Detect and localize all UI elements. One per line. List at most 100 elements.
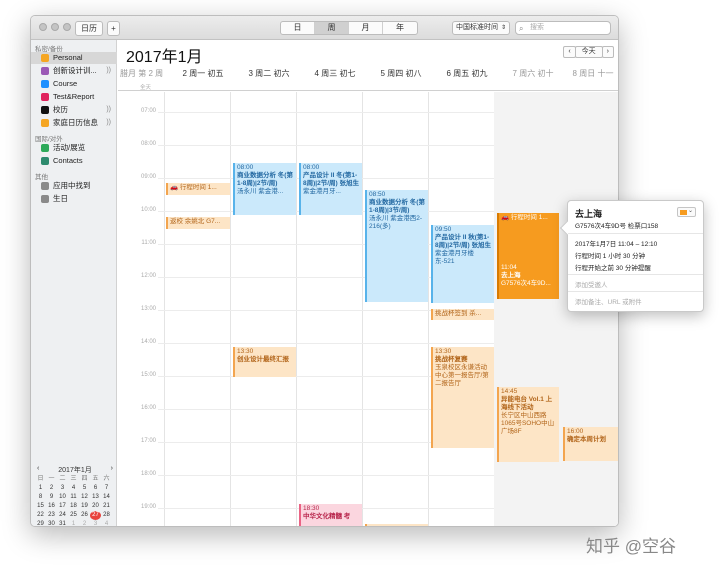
- event-go-shanghai[interactable]: 11:04 去上海 G7576次4车9D...: [497, 263, 559, 299]
- mini-prev-button[interactable]: ‹: [37, 465, 39, 472]
- sidebar-item-events[interactable]: 活动/展览: [31, 142, 117, 154]
- day-header-sat[interactable]: 7 周六 初十: [500, 67, 566, 80]
- mini-day[interactable]: 16: [46, 502, 57, 511]
- search-input[interactable]: ⌕ 搜索: [515, 21, 611, 35]
- checkbox-icon[interactable]: [41, 119, 49, 127]
- next-week-button[interactable]: ›: [601, 46, 614, 58]
- day-header-mon[interactable]: 2 周一 初五: [170, 67, 236, 80]
- mini-day[interactable]: 22: [35, 511, 46, 520]
- tab-day[interactable]: 日: [281, 22, 315, 34]
- add-invitee-field[interactable]: 添加受邀人: [575, 279, 608, 289]
- event-weekly-plan[interactable]: 16:00 确定本周计划: [563, 427, 618, 461]
- sidebar-item-course[interactable]: Course: [31, 78, 117, 90]
- mini-day[interactable]: 8: [35, 493, 46, 502]
- mini-day[interactable]: 4: [101, 520, 112, 526]
- sidebar-item-found-in-apps[interactable]: 应用中找到: [31, 180, 117, 192]
- event-challenge-signin[interactable]: 挑战杯签到 杀...: [431, 309, 494, 320]
- checkbox-icon[interactable]: [41, 144, 49, 152]
- timezone-select[interactable]: 中国标准时间 ⇕: [452, 21, 510, 35]
- mini-day[interactable]: 30: [46, 520, 57, 526]
- mini-day[interactable]: 25: [68, 511, 79, 520]
- mini-day[interactable]: 15: [35, 502, 46, 511]
- mini-day[interactable]: 7: [101, 484, 112, 493]
- zoom-window-button[interactable]: [63, 23, 71, 31]
- event-radio-shanghai[interactable]: 14:45 异能电台 Vol.1 上海线下活动 长宁区中山西路1065号SOHO中山…: [497, 387, 559, 462]
- mini-day[interactable]: 1: [35, 484, 46, 493]
- minimize-window-button[interactable]: [51, 23, 59, 31]
- event-biz-data-thu[interactable]: 08:50 商业数据分析 冬(第1-8周)|3节/周) 汤永川 紫金港西2-216(…: [365, 190, 428, 302]
- event-chinese-culture-exam[interactable]: 18:30 中华文化精髓 考: [299, 504, 362, 526]
- checkbox-icon[interactable]: [41, 195, 49, 203]
- calendars-button[interactable]: 日历: [75, 21, 103, 36]
- add-notes-field[interactable]: 添加备注、URL 或附件: [575, 296, 642, 306]
- mini-day[interactable]: 3: [90, 520, 101, 526]
- checkbox-icon[interactable]: [41, 54, 49, 62]
- mini-day[interactable]: 19: [79, 502, 90, 511]
- mini-day[interactable]: 9: [46, 493, 57, 502]
- mini-day[interactable]: 6: [90, 484, 101, 493]
- sidebar-item-test-report[interactable]: Test&Report: [31, 91, 117, 103]
- day-header-thu[interactable]: 5 周四 初八: [368, 67, 434, 80]
- sidebar-item-school[interactable]: 校历)): [31, 104, 117, 116]
- event-biz-data-tue[interactable]: 08:00 商业数据分析 冬(第1-8周)|2节/周) 汤永川 紫金港...: [233, 163, 296, 215]
- mini-next-button[interactable]: ›: [111, 465, 113, 472]
- mini-day[interactable]: 4: [68, 484, 79, 493]
- popover-travel-time[interactable]: 行程时间 1 小时 30 分钟: [575, 250, 645, 260]
- checkbox-icon[interactable]: [41, 67, 49, 75]
- mini-day[interactable]: 21: [101, 502, 112, 511]
- checkbox-icon[interactable]: [41, 106, 49, 114]
- sidebar-item-personal[interactable]: Personal: [31, 52, 117, 64]
- checkbox-icon[interactable]: [41, 80, 49, 88]
- today-button[interactable]: 今天: [574, 46, 603, 58]
- mini-day[interactable]: 29: [35, 520, 46, 526]
- mini-day[interactable]: 3: [57, 484, 68, 493]
- sidebar-item-birthdays[interactable]: 生日: [31, 193, 117, 205]
- day-header-fri[interactable]: 6 周五 初九: [434, 67, 500, 80]
- popover-subtitle[interactable]: G7576次4车9D号 检票口158: [575, 220, 658, 230]
- mini-day[interactable]: 17: [57, 502, 68, 511]
- event-return-school[interactable]: 返校 余姚北 G7...: [166, 217, 230, 229]
- event-partial[interactable]: [365, 524, 428, 526]
- mini-day[interactable]: 24: [57, 511, 68, 520]
- mini-day[interactable]: 11: [68, 493, 79, 502]
- event-product-design-wed[interactable]: 08:00 产品设计 II 冬(第1-8周)|2节/周) 张旭生 紫金港月牙...: [299, 163, 362, 215]
- mini-day[interactable]: 13: [90, 493, 101, 502]
- mini-day[interactable]: 23: [46, 511, 57, 520]
- day-header-sun[interactable]: 8 周日 十一: [566, 67, 618, 80]
- mini-day[interactable]: 31: [57, 520, 68, 526]
- sidebar-item-family[interactable]: 家庭日历信息)): [31, 117, 117, 129]
- popover-datetime[interactable]: 2017年1月7日 11:04 – 12:10: [575, 238, 657, 248]
- add-event-button[interactable]: +: [107, 21, 120, 36]
- mini-day[interactable]: 27: [90, 511, 101, 520]
- mini-day[interactable]: 10: [57, 493, 68, 502]
- popover-reminder[interactable]: 行程开始之前 30 分钟提醒: [575, 262, 651, 272]
- mini-day[interactable]: 26: [79, 511, 90, 520]
- mini-day[interactable]: 18: [68, 502, 79, 511]
- event-startup-report[interactable]: 13:30 创业设计最终汇报: [233, 347, 296, 377]
- event-travel-time-sat[interactable]: 🚗 行程时间 1...: [497, 213, 559, 263]
- all-day-row[interactable]: 全天: [118, 82, 618, 91]
- tab-month[interactable]: 月: [349, 22, 383, 34]
- popover-title[interactable]: 去上海: [575, 207, 602, 220]
- mini-day[interactable]: 5: [79, 484, 90, 493]
- event-travel-time[interactable]: 🚗 行程时间 1...: [166, 183, 230, 195]
- sidebar-item-innovation[interactable]: 创新设计训...)): [31, 65, 117, 77]
- tab-year[interactable]: 年: [383, 22, 417, 34]
- calendar-color-picker[interactable]: ⌄: [677, 207, 696, 217]
- event-product-design-fri[interactable]: 09:50 产品设计 II 秋(第1-8周)|2节/周) 张旭生 紫金港月牙楼东-5…: [431, 225, 494, 303]
- mini-day[interactable]: 2: [79, 520, 90, 526]
- checkbox-icon[interactable]: [41, 157, 49, 165]
- close-window-button[interactable]: [39, 23, 47, 31]
- tab-week[interactable]: 周: [315, 22, 349, 34]
- checkbox-icon[interactable]: [41, 182, 49, 190]
- event-challenge-final[interactable]: 13:30 挑战杯复赛 玉泉校区永谦活动中心第一报告厅/第二报告厅: [431, 347, 494, 448]
- mini-day[interactable]: 12: [79, 493, 90, 502]
- checkbox-icon[interactable]: [41, 93, 49, 101]
- mini-day[interactable]: 28: [101, 511, 112, 520]
- time-grid[interactable]: 🚗 行程时间 1... 返校 余姚北 G7... 08:00 商业数据分析 冬(第…: [118, 92, 618, 526]
- day-header-wed[interactable]: 4 周三 初七: [302, 67, 368, 80]
- mini-day[interactable]: 1: [68, 520, 79, 526]
- prev-week-button[interactable]: ‹: [563, 46, 576, 58]
- mini-day[interactable]: 14: [101, 493, 112, 502]
- day-header-tue[interactable]: 3 周二 初六: [236, 67, 302, 80]
